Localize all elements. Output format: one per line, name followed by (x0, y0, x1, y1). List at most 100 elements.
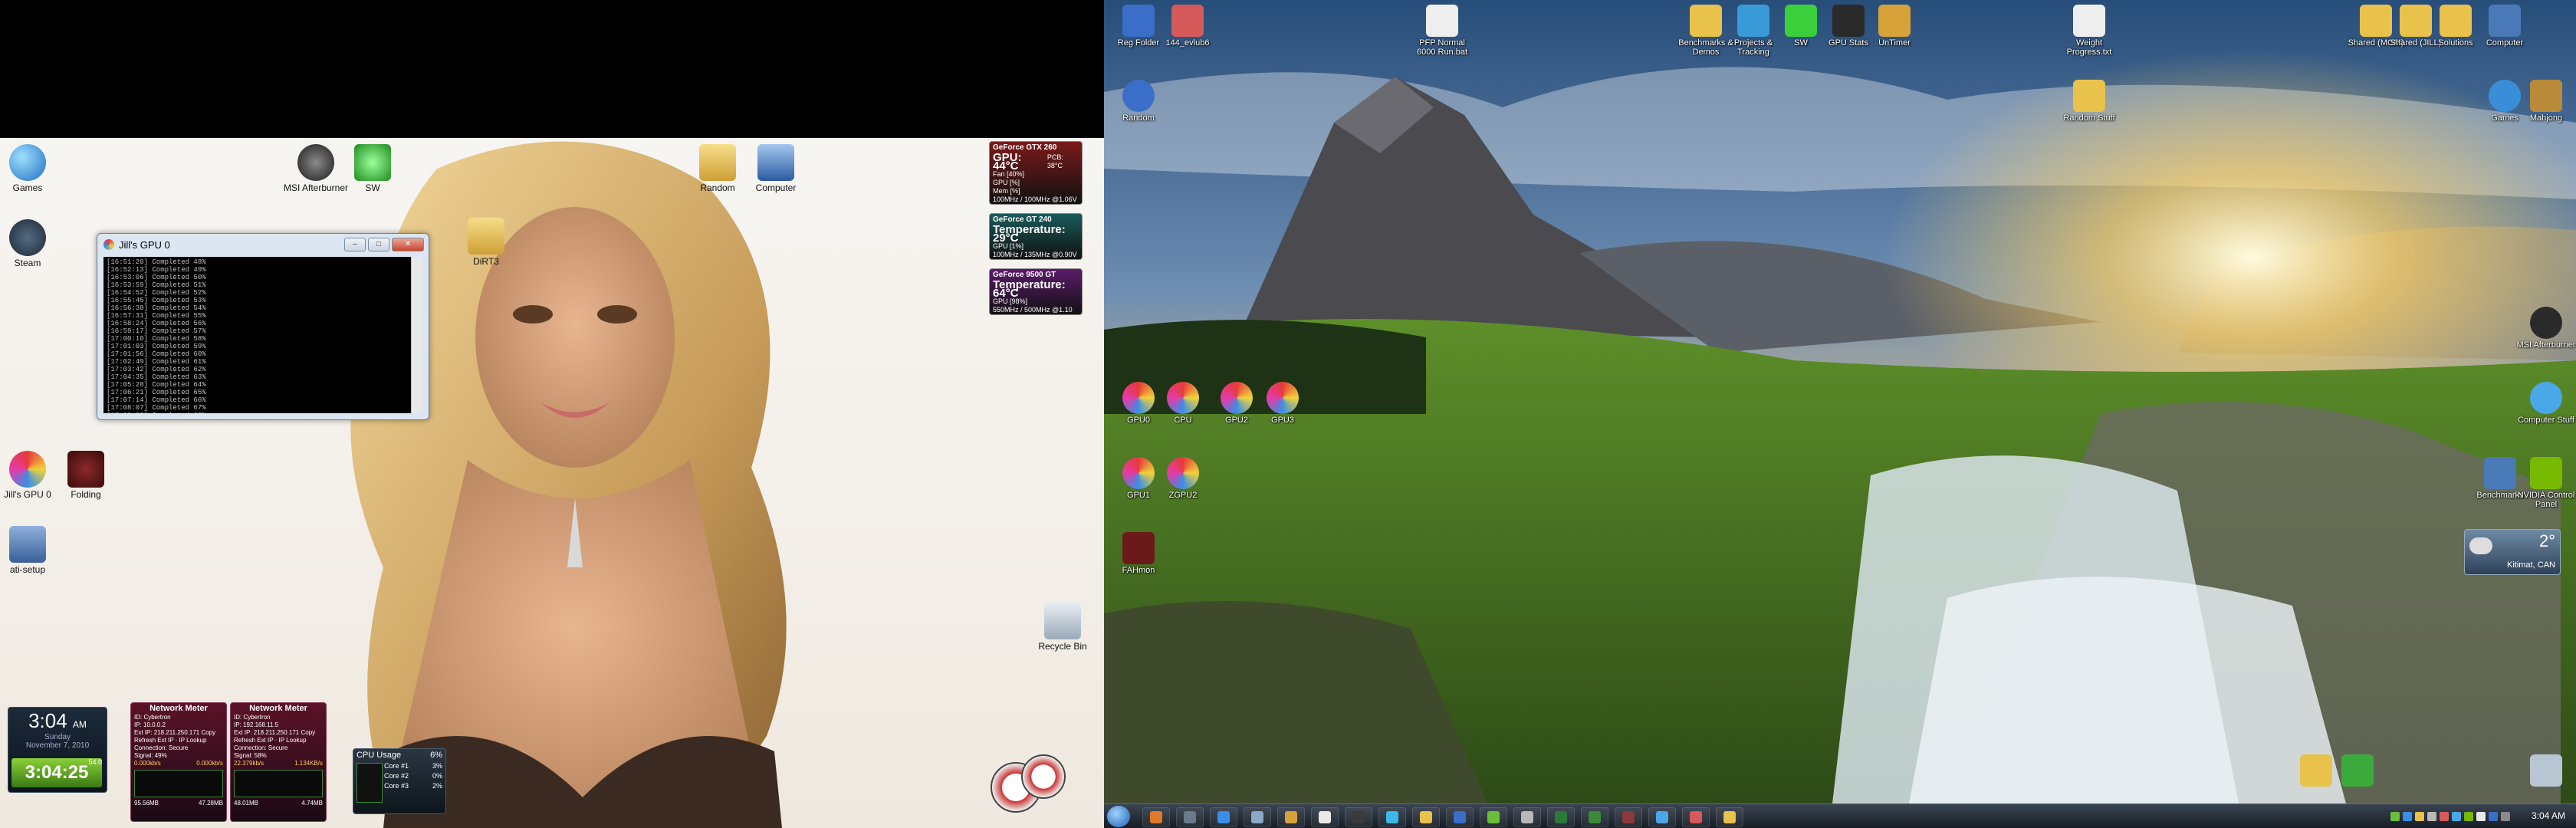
taskbar-clock[interactable]: 3:04 AM (2532, 810, 2565, 821)
desktop-icon-msi-afterburner[interactable]: MSI Afterburner (2515, 307, 2576, 350)
network-meter-refresh[interactable]: Refresh Ext IP · IP Lookup (234, 737, 323, 744)
gpu-monitor-gadget[interactable]: GeForce 9500 GT Temperature: 64°C GPU [98%… (989, 268, 1083, 315)
console-output: [16:51:20] Completed 48% [16:52:13] Compl… (104, 257, 412, 413)
tray-icon[interactable] (2440, 812, 2449, 821)
taskbar-app-button[interactable] (1244, 807, 1271, 827)
benchmarks-icon (2484, 457, 2516, 489)
taskbar-app-button[interactable] (1277, 807, 1305, 827)
console-line: [17:09:00] Completed 68% (107, 412, 409, 413)
desktop-icon-144-evlub6[interactable]: 144_evlub6 (1156, 5, 1219, 48)
tray-icon[interactable] (2489, 812, 2498, 821)
console-line: [17:02:49] Completed 61% (107, 358, 206, 366)
desktop-icon-zgpu2[interactable]: ZGPU2 (1152, 457, 1214, 500)
desktop-icon-sw[interactable]: SW (327, 144, 419, 193)
desktop-icon-nvidia-control-panel[interactable]: NVIDIA Control Panel (2515, 457, 2576, 509)
taskbar-app-button[interactable] (1716, 807, 1743, 827)
taskbar-app-button[interactable] (1210, 807, 1237, 827)
network-meter-ext[interactable]: Ext IP: 218.211.250.171 Copy (134, 729, 223, 737)
clock-gadget[interactable]: 3:04 AM Sunday November 7, 2010 3:04:25 … (8, 707, 107, 793)
cpu-usage-gadget[interactable]: CPU Usage 6% Core #1 3% Core #2 0% Core #3 2% (353, 748, 446, 814)
console-line: [17:04:35] Completed 63% (107, 373, 206, 381)
tray-icon[interactable] (2452, 812, 2461, 821)
desktop-icon-random-stuff[interactable]: Random Stuff (2058, 80, 2121, 123)
desktop-icon-computer[interactable]: Computer (2473, 5, 2536, 48)
console-line: [16:52:13] Completed 49% (107, 266, 206, 274)
network-total-up: 47.28MB (198, 800, 223, 807)
taskbar-app-icon (1656, 811, 1668, 823)
taskbar-app-button[interactable] (1446, 807, 1474, 827)
network-meter-gadget[interactable]: Network Meter ID: Cybertron IP: 10.0.0.2 Ex… (130, 702, 227, 822)
icon-label: UnTimer (1878, 38, 1911, 48)
desktop-icon-recycle-bin[interactable]: Recycle Bin (1017, 603, 1109, 652)
desktop-icon-computer[interactable]: Computer (730, 144, 822, 193)
desktop-icon-untimer[interactable]: UnTimer (1863, 5, 1926, 48)
taskbar-app-button[interactable] (1648, 807, 1676, 827)
taskbar-app-button[interactable] (1176, 807, 1204, 827)
sw-icon (1785, 5, 1817, 37)
gpu-console-window[interactable]: Jill's GPU 0 – □ ✕ [16:51:20] Completed … (97, 233, 429, 420)
taskbar-app-button[interactable] (1345, 807, 1372, 827)
window-titlebar[interactable]: Jill's GPU 0 – □ ✕ (97, 234, 429, 255)
tray-icon[interactable] (2415, 812, 2424, 821)
taskbar-app-button[interactable] (1682, 807, 1710, 827)
taskbar-app-button[interactable] (1311, 807, 1339, 827)
network-meter-ext[interactable]: Ext IP: 218.211.250.171 Copy (234, 729, 323, 737)
taskbar-app-button[interactable] (1547, 807, 1575, 827)
taskbar-app-button[interactable] (1142, 807, 1170, 827)
desktop-icon-mahjong[interactable]: Mahjong (2515, 80, 2576, 123)
desktop-icon-weight-progress-txt[interactable]: Weight Progress.txt (2058, 5, 2121, 57)
taskbar-app-button[interactable] (1615, 807, 1642, 827)
desktop-icon-folding[interactable]: Folding (40, 451, 132, 500)
minecraft-icon (2341, 754, 2374, 787)
icon-label: PFP Normal 6000 Run.bat (1416, 38, 1468, 57)
cpu-total: 6% (430, 751, 442, 760)
network-meter-title: Network Meter (249, 704, 307, 713)
network-meter-gadget[interactable]: Network Meter ID: Cybertron IP: 192.168.11… (230, 702, 327, 822)
desktop-icon-fahmon[interactable]: FAHmon (1107, 532, 1170, 575)
desktop-icon-random[interactable]: Random (1107, 80, 1170, 123)
network-meter-totals: 48.01MB 4.74MB (234, 800, 323, 807)
desktop-icon-games[interactable]: Games (0, 144, 74, 193)
recycle-bin-icon (2530, 754, 2562, 787)
taskbar-app-button[interactable] (1513, 807, 1541, 827)
taskbar-app-button[interactable] (1378, 807, 1406, 827)
desktop-icon-minecraft[interactable] (2326, 754, 2389, 788)
desktop-icon-pfp-normal-6000-run-bat[interactable]: PFP Normal 6000 Run.bat (1411, 5, 1474, 57)
desktop-icon-recycle-bin[interactable] (2515, 754, 2576, 788)
close-button[interactable]: ✕ (392, 238, 424, 251)
tray-icon[interactable] (2390, 812, 2400, 821)
minimize-button[interactable]: – (344, 238, 366, 251)
gpu-gadget-temp: Temperature: 64°C (993, 278, 1066, 300)
taskbar-app-button[interactable] (1412, 807, 1440, 827)
console-line: [16:59:17] Completed 57% (107, 327, 206, 335)
taskbar-app-button[interactable] (1581, 807, 1608, 827)
console-scrollbar[interactable] (411, 257, 422, 413)
right-monitor: Reg Folder 144_evlub6 PFP Normal 6000 Run.… (1104, 0, 2576, 828)
desktop-icon-gpu3[interactable]: GPU3 (1251, 382, 1314, 425)
weather-gadget[interactable]: 2° Kitimat, CAN (2464, 529, 2561, 575)
desktop-icon-computer-stuff[interactable]: Computer Stuff (2515, 382, 2576, 425)
tray-icon[interactable] (2501, 812, 2510, 821)
gpu-monitor-gadget[interactable]: GeForce GTX 260 GPU: 44°C PCB: 38°C Fan [40… (989, 141, 1083, 205)
desktop-icon-ati-setup[interactable]: ati-setup (0, 526, 74, 575)
start-orb-icon[interactable] (1107, 806, 1130, 827)
wallpaper-mountain-waterfall (1104, 0, 2576, 828)
projects-tracking-icon (1737, 5, 1769, 37)
maximize-button[interactable]: □ (368, 238, 389, 251)
gpu-gadget-sub: PCB: 38°C (1046, 153, 1063, 169)
icon-label: NVIDIA Control Panel (2517, 491, 2575, 509)
desktop-icon-dirt3[interactable]: DiRT3 (440, 218, 532, 267)
tray-icon[interactable] (2403, 812, 2412, 821)
gpu-monitor-gadget[interactable]: GeForce GT 240 Temperature: 29°C GPU [1%] 1… (989, 213, 1083, 260)
network-meter-title: Network Meter (150, 704, 208, 713)
tray-icon[interactable] (2476, 812, 2486, 821)
gpu3-icon (1267, 382, 1299, 414)
taskbar-app-icon (1319, 811, 1331, 823)
tray-icon[interactable] (2464, 812, 2473, 821)
desktop-icon-steam[interactable]: Steam (0, 219, 74, 268)
taskbar-app-button[interactable] (1480, 807, 1507, 827)
icon-label: 144_evlub6 (1165, 38, 1210, 48)
tray-icon[interactable] (2427, 812, 2436, 821)
speedometer-gadget[interactable] (991, 754, 1066, 816)
network-meter-refresh[interactable]: Refresh Ext IP · IP Lookup (134, 737, 223, 744)
